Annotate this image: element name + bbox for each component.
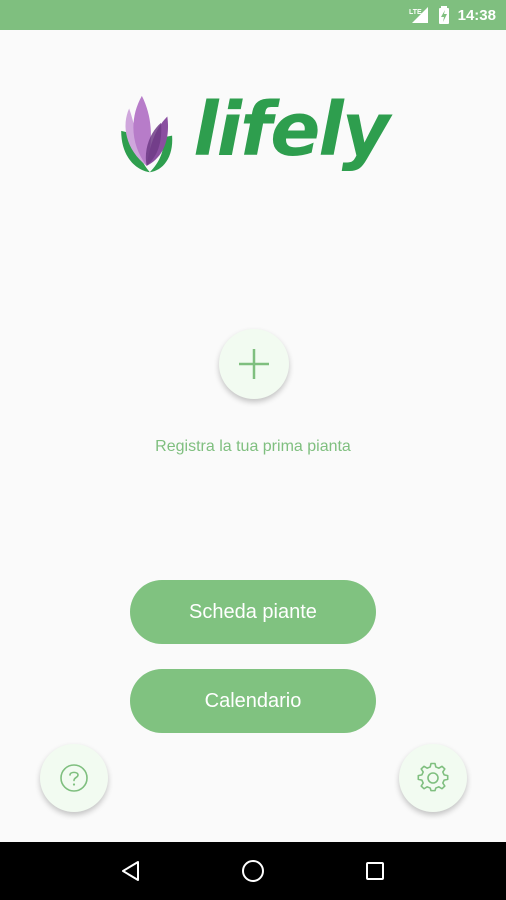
battery-icon bbox=[438, 6, 450, 24]
back-button[interactable] bbox=[111, 851, 151, 891]
help-icon bbox=[60, 764, 88, 792]
recents-button[interactable] bbox=[355, 851, 395, 891]
plus-icon bbox=[239, 349, 269, 379]
status-time: 14:38 bbox=[457, 6, 496, 24]
lotus-icon bbox=[121, 95, 173, 173]
recents-icon bbox=[366, 862, 384, 880]
help-button[interactable] bbox=[40, 744, 108, 812]
empty-state-label: Registra la tua prima pianta bbox=[155, 438, 351, 455]
calendar-button[interactable]: Calendario bbox=[130, 669, 376, 733]
app-logo: lifely bbox=[118, 82, 390, 186]
plants-sheet-button[interactable]: Scheda piante bbox=[130, 580, 376, 644]
gear-icon bbox=[417, 762, 449, 792]
system-nav-bar bbox=[0, 842, 506, 900]
status-bar: LTE 14:38 bbox=[0, 0, 506, 30]
settings-button[interactable] bbox=[399, 744, 467, 812]
logo-text: lifely bbox=[193, 87, 390, 173]
add-plant-button[interactable] bbox=[219, 329, 289, 399]
home-icon bbox=[242, 860, 264, 882]
home-button[interactable] bbox=[233, 851, 273, 891]
back-icon bbox=[122, 861, 139, 881]
network-label: LTE bbox=[409, 9, 422, 16]
signal-icon: LTE bbox=[408, 6, 430, 24]
